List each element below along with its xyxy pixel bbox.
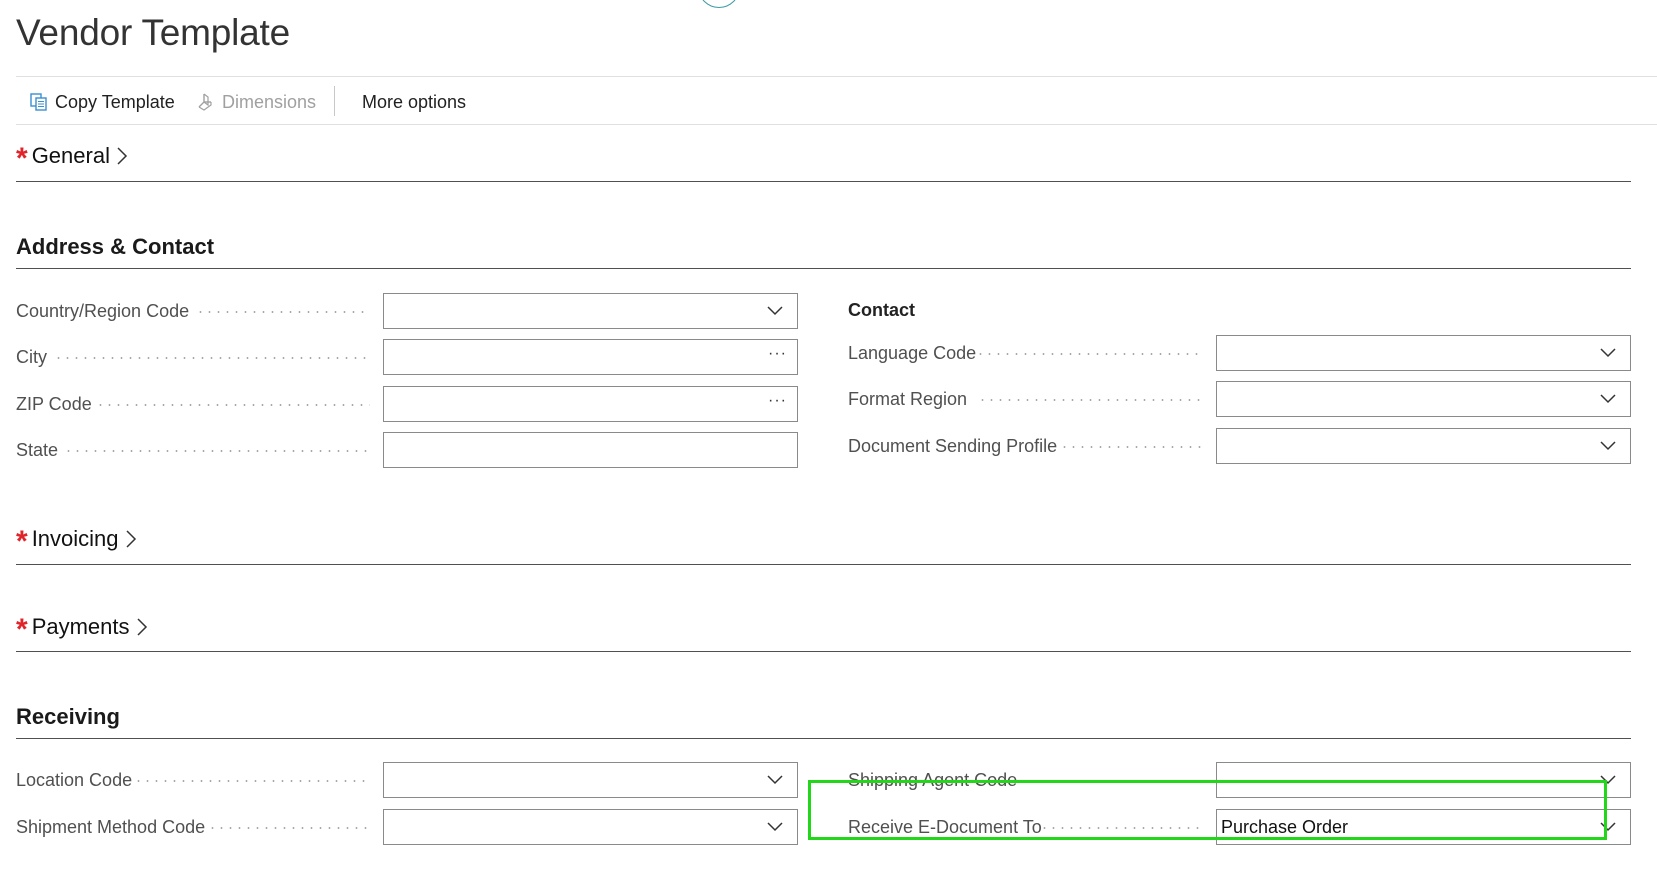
- section-invoicing-title: Invoicing: [31, 526, 119, 551]
- chevron-right-icon: [126, 530, 136, 548]
- copy-template-label: Copy Template: [55, 91, 175, 112]
- zip-code-input[interactable]: ···: [383, 386, 798, 422]
- zip-code-row: ZIP Code: [16, 386, 92, 422]
- leader-dots: [208, 827, 370, 829]
- country-region-code-dropdown[interactable]: [383, 293, 798, 329]
- title-divider: [16, 76, 1657, 77]
- leader-dots: [978, 399, 1202, 401]
- dimensions-button[interactable]: Dimensions: [196, 92, 316, 113]
- leader-dots: [96, 404, 370, 406]
- format-region-dropdown[interactable]: [1216, 381, 1631, 417]
- leader-dots: [976, 353, 1202, 355]
- action-bar: Copy Template Dimensions More options: [16, 80, 1657, 124]
- chevron-down-icon: [767, 306, 783, 316]
- document-sending-profile-row: Document Sending Profile: [848, 428, 1057, 464]
- ellipsis-icon[interactable]: ···: [768, 392, 787, 410]
- city-row: City: [16, 339, 47, 375]
- format-region-row: Format Region: [848, 381, 967, 417]
- chevron-down-icon: [767, 775, 783, 785]
- city-input[interactable]: ···: [383, 339, 798, 375]
- country-region-code-label: Country/Region Code: [16, 300, 190, 321]
- section-general-title: General: [31, 143, 110, 168]
- section-general-divider: [16, 181, 1631, 182]
- section-general-header[interactable]: * General: [16, 141, 1631, 175]
- state-label: State: [16, 439, 59, 460]
- section-receiving-header[interactable]: Receiving: [16, 704, 1631, 730]
- leader-dots: [134, 780, 370, 782]
- section-receiving-title: Receiving: [16, 704, 120, 729]
- section-address-contact-title: Address & Contact: [16, 234, 215, 259]
- language-code-dropdown[interactable]: [1216, 335, 1631, 371]
- location-code-row: Location Code: [16, 762, 132, 798]
- page-title: Vendor Template: [16, 12, 291, 53]
- city-label: City: [16, 346, 47, 367]
- section-invoicing-header[interactable]: * Invoicing: [16, 524, 1631, 558]
- state-row: State: [16, 432, 58, 468]
- leader-dots: [64, 450, 370, 452]
- copy-template-button[interactable]: Copy Template: [29, 92, 175, 113]
- required-asterisk-icon: *: [16, 613, 28, 646]
- chevron-right-icon: [136, 618, 147, 636]
- action-separator: [334, 86, 335, 116]
- shipment-method-code-dropdown[interactable]: [383, 809, 798, 845]
- leader-dots: [54, 357, 370, 359]
- dimensions-icon: [198, 93, 212, 111]
- top-circle-decoration: [698, 0, 740, 8]
- action-bar-divider: [16, 124, 1657, 125]
- chevron-down-icon: [1600, 441, 1616, 451]
- chevron-right-icon: [117, 147, 128, 165]
- format-region-label: Format Region: [848, 388, 968, 409]
- contact-subheading: Contact: [848, 300, 915, 320]
- section-invoicing-divider: [16, 564, 1631, 565]
- leader-dots: [1060, 446, 1202, 448]
- section-address-contact-divider: [16, 268, 1631, 269]
- zip-code-label: ZIP Code: [16, 393, 92, 414]
- location-code-dropdown[interactable]: [383, 762, 798, 798]
- more-options-button[interactable]: More options: [362, 92, 466, 113]
- section-payments-header[interactable]: * Payments: [16, 612, 1631, 646]
- country-region-code-row: Country/Region Code: [16, 293, 189, 329]
- section-address-contact-header[interactable]: Address & Contact: [16, 234, 1631, 260]
- shipment-method-code-row: Shipment Method Code: [16, 809, 205, 845]
- chevron-down-icon: [1600, 394, 1616, 404]
- location-code-label: Location Code: [16, 769, 133, 790]
- copy-icon: [30, 93, 47, 111]
- document-sending-profile-label: Document Sending Profile: [848, 435, 1058, 456]
- chevron-down-icon: [1600, 348, 1616, 358]
- highlight-box: [808, 780, 1607, 840]
- chevron-down-icon: [767, 822, 783, 832]
- section-payments-title: Payments: [31, 614, 130, 639]
- required-asterisk-icon: *: [16, 142, 28, 175]
- leader-dots: [196, 311, 370, 313]
- shipment-method-code-label: Shipment Method Code: [16, 816, 206, 837]
- language-code-label: Language Code: [848, 342, 977, 363]
- language-code-row: Language Code: [848, 335, 976, 371]
- dimensions-label: Dimensions: [222, 91, 317, 112]
- required-asterisk-icon: *: [16, 525, 28, 558]
- section-receiving-divider: [16, 738, 1631, 739]
- ellipsis-icon[interactable]: ···: [768, 345, 787, 363]
- state-input[interactable]: [383, 432, 798, 468]
- section-payments-divider: [16, 651, 1631, 652]
- document-sending-profile-dropdown[interactable]: [1216, 428, 1631, 464]
